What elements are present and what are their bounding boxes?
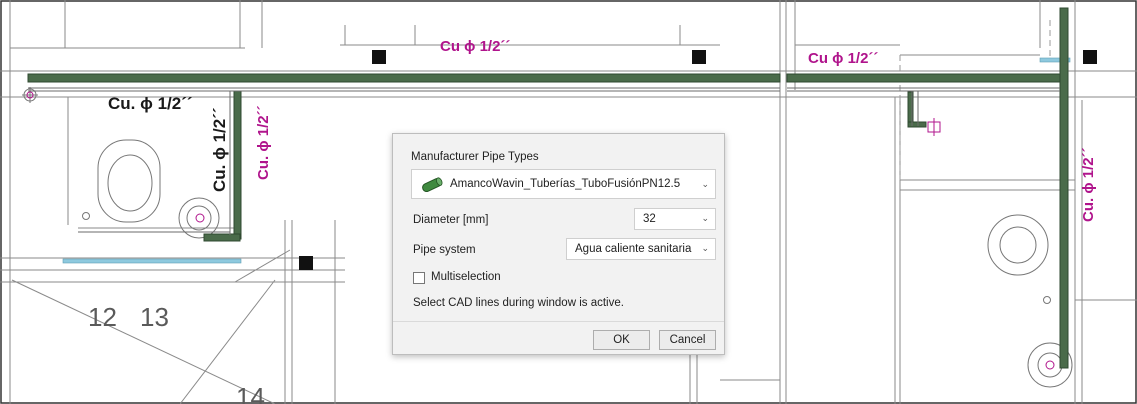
pipe-label-left: Cu. ϕ 1/2´´: [108, 94, 193, 113]
pipe-label-right-vertical: Cu. ϕ 1/2´´: [1080, 147, 1097, 222]
pipe-system-label: Pipe system: [413, 244, 476, 256]
pipe-type-value: AmancoWavin_Tuberías_TuboFusiónPN12.5: [450, 178, 681, 190]
diameter-select[interactable]: 32 ⌄: [634, 208, 716, 230]
dialog-divider: [393, 321, 724, 322]
pipe-label-top-1: Cu ϕ 1/2´´: [440, 38, 511, 55]
pipe-label-top-2: Cu ϕ 1/2´´: [808, 50, 879, 67]
chevron-down-icon: ⌄: [701, 179, 709, 189]
pipe-system-select[interactable]: Agua caliente sanitaria ⌄: [566, 238, 716, 260]
multiselection-label: Multiselection: [431, 271, 501, 283]
diameter-label: Diameter [mm]: [413, 214, 489, 226]
manufacturer-pipe-types-dialog: Manufacturer Pipe Types AmancoWavin_Tube…: [392, 133, 725, 355]
dialog-title: Manufacturer Pipe Types: [411, 151, 539, 163]
dialog-hint: Select CAD lines during window is active…: [413, 297, 624, 309]
pipe-label-vertical-black: Cu. ϕ 1/2´´: [210, 107, 229, 192]
pipe-type-select[interactable]: AmancoWavin_Tuberías_TuboFusiónPN12.5 ⌄: [411, 169, 716, 199]
pipe-label-vertical-magenta: Cu. ϕ 1/2´´: [255, 105, 272, 180]
diameter-value: 32: [643, 213, 656, 225]
room-number-13: 13: [140, 302, 169, 332]
pipe-icon: [420, 176, 444, 197]
room-number-12: 12: [88, 302, 117, 332]
chevron-down-icon: ⌄: [701, 243, 709, 253]
multiselection-checkbox[interactable]: [413, 272, 425, 284]
room-number-14: 14: [236, 382, 265, 404]
cancel-button[interactable]: Cancel: [659, 330, 716, 350]
chevron-down-icon: ⌄: [701, 213, 709, 223]
ok-button[interactable]: OK: [593, 330, 650, 350]
pipe-system-value: Agua caliente sanitaria: [575, 243, 692, 255]
cad-viewport[interactable]: Cu ϕ 1/2´´ Cu ϕ 1/2´´ Cu. ϕ 1/2´´ Cu. ϕ …: [0, 0, 1137, 404]
